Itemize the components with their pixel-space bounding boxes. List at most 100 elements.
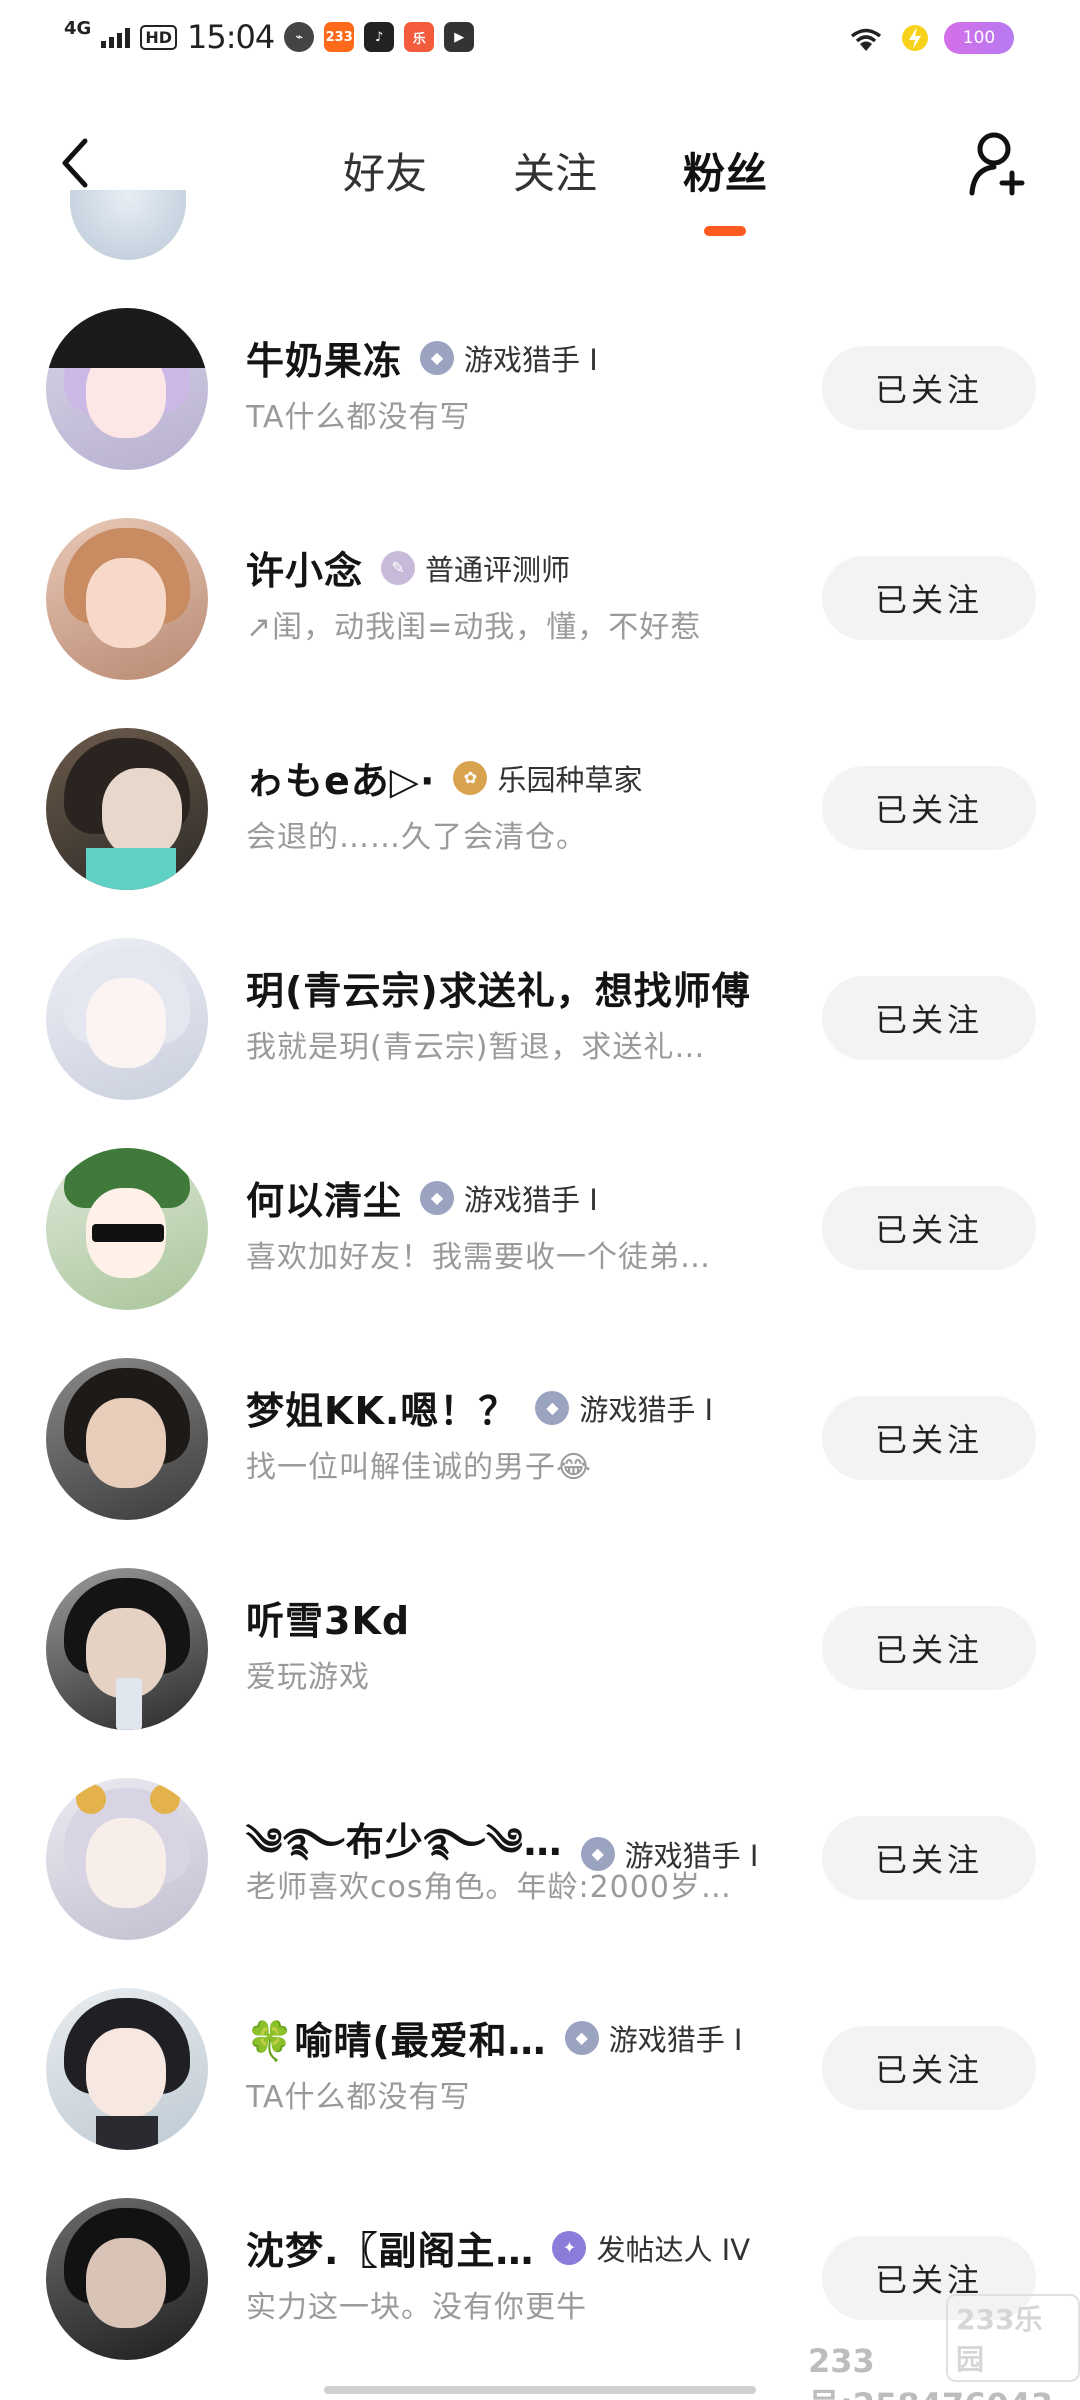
user-bio: TA什么都没有写 xyxy=(246,400,471,435)
tiktok-icon: ♪ xyxy=(364,22,395,52)
avatar[interactable] xyxy=(46,2198,208,2360)
user-badge: ◆ 游戏猎手 I xyxy=(420,337,598,379)
tab-fans[interactable]: 粉丝 xyxy=(640,128,810,236)
user-name[interactable]: 🍀喻晴(最爱和… xyxy=(246,2010,547,2065)
list-item[interactable]: 听雪3Kd 爱玩游戏 已关注 xyxy=(0,1560,1080,1770)
avatar[interactable] xyxy=(46,938,208,1100)
game-hunter-icon: ◆ xyxy=(420,340,455,375)
avatar[interactable] xyxy=(46,1148,208,1310)
list-item[interactable]: 牛奶果冻 ◆ 游戏猎手 I TA什么都没有写 已关注 xyxy=(0,300,1080,510)
back-button[interactable] xyxy=(44,128,104,198)
charging-icon xyxy=(902,25,928,51)
user-bio: TA什么都没有写 xyxy=(246,2080,471,2115)
badge-label: 游戏猎手 I xyxy=(464,342,598,377)
tab-following[interactable]: 关注 xyxy=(470,128,640,228)
avatar[interactable] xyxy=(46,1778,208,1940)
app-icon-1: ⌁ xyxy=(284,22,315,52)
avatar[interactable] xyxy=(46,518,208,680)
status-right: 100 xyxy=(846,22,1014,54)
avatar[interactable] xyxy=(46,1988,208,2150)
user-bio: 喜欢加好友！我需要收一个徒弟… xyxy=(246,1240,711,1275)
status-bar: 4G HD 15:04 ⌁ 233 ♪ 乐 ▶ 100 xyxy=(0,0,1080,80)
list-item[interactable]: ゎもeあ▷· ✿ 乐园种草家 会退的……久了会清仓。 已关注 xyxy=(0,720,1080,930)
list-item[interactable]: 梦姐KK.嗯！？ ◆ 游戏猎手 I 找一位叫解佳诚的男子😂 已关注 xyxy=(0,1350,1080,1560)
followed-button[interactable]: 已关注 xyxy=(822,1816,1036,1900)
followed-button[interactable]: 已关注 xyxy=(822,556,1036,640)
user-name[interactable]: 沈梦.〖副阁主… xyxy=(246,2220,534,2275)
network-type: 4G xyxy=(64,18,92,39)
tab-label: 关注 xyxy=(512,149,597,198)
clock: 15:04 xyxy=(186,18,275,56)
list-item[interactable]: 许小念 ✎ 普通评测师 ↗闺，动我闺=动我，懂，不好惹 已关注 xyxy=(0,510,1080,720)
user-name-line: 玥(青云宗)求送礼，想找师傅 xyxy=(246,960,751,1015)
user-name[interactable]: 何以清尘 xyxy=(246,1170,402,1225)
game-hunter-icon: ◆ xyxy=(564,2020,599,2055)
signal-icon xyxy=(101,26,131,48)
user-name-line: 🍀喻晴(最爱和… ◆ 游戏猎手 I xyxy=(246,2010,742,2065)
user-bio: 找一位叫解佳诚的男子😂 xyxy=(246,1450,593,1485)
add-friend-button[interactable] xyxy=(960,124,1040,204)
tab-bar: 好友 关注 粉丝 xyxy=(300,128,810,236)
user-badge: ◆ 游戏猎手 I xyxy=(420,1177,598,1219)
followed-button[interactable]: 已关注 xyxy=(822,766,1036,850)
user-bio: 老师喜欢cos角色。年龄:2000岁… xyxy=(246,1870,732,1905)
active-tab-indicator xyxy=(704,226,746,236)
app-icon-3: 乐 xyxy=(404,22,435,52)
user-name-line: 听雪3Kd xyxy=(246,1590,410,1645)
wifi-icon xyxy=(850,28,882,51)
user-name-line: 沈梦.〖副阁主… ✦ 发帖达人 IV xyxy=(246,2220,750,2275)
battery-icon: 100 xyxy=(944,22,1014,54)
user-bio: 爱玩游戏 xyxy=(246,1660,370,1695)
user-name-line: 许小念 ✎ 普通评测师 xyxy=(246,540,570,595)
hd-icon: HD xyxy=(140,24,177,50)
status-left: 4G HD 15:04 ⌁ 233 ♪ 乐 ▶ xyxy=(64,18,475,56)
tab-label: 好友 xyxy=(342,149,427,198)
user-badge: ✿ 乐园种草家 xyxy=(453,757,642,799)
avatar xyxy=(70,190,186,260)
followed-button[interactable]: 已关注 xyxy=(822,1606,1036,1690)
user-bio: 我就是玥(青云宗)暂退，求送礼… xyxy=(246,1030,706,1065)
tab-friends[interactable]: 好友 xyxy=(300,128,470,228)
avatar[interactable] xyxy=(46,308,208,470)
user-name[interactable]: 牛奶果冻 xyxy=(246,330,402,385)
user-name-line: ゎもeあ▷· ✿ 乐园种草家 xyxy=(246,750,642,805)
chevron-left-icon xyxy=(62,138,88,188)
game-hunter-icon: ◆ xyxy=(535,1390,570,1425)
user-name[interactable]: 许小念 xyxy=(246,540,363,595)
video-app-icon: ▶ xyxy=(444,22,475,52)
followed-button[interactable]: 已关注 xyxy=(822,2026,1036,2110)
user-badge: ◆ 游戏猎手 I xyxy=(564,2017,743,2059)
planter-icon: ✿ xyxy=(453,760,488,795)
avatar[interactable] xyxy=(46,1358,208,1520)
user-name[interactable]: 听雪3Kd xyxy=(246,1590,410,1645)
user-bio: ↗闺，动我闺=动我，懂，不好惹 xyxy=(246,610,702,645)
badge-label: 游戏猎手 I xyxy=(579,1392,714,1427)
watermark-id: 233号:258476043 xyxy=(808,2342,1053,2400)
user-name-line: 何以清尘 ◆ 游戏猎手 I xyxy=(246,1170,598,1225)
user-name-line: 牛奶果冻 ◆ 游戏猎手 I xyxy=(246,330,598,385)
app-233-icon: 233 xyxy=(324,22,355,52)
list-item[interactable]: 玥(青云宗)求送礼，想找师傅 我就是玥(青云宗)暂退，求送礼… 已关注 xyxy=(0,930,1080,1140)
list-item[interactable]: 🍀喻晴(最爱和… ◆ 游戏猎手 I TA什么都没有写 已关注 xyxy=(0,1980,1080,2190)
badge-label: 发帖达人 IV xyxy=(596,2232,751,2267)
avatar[interactable] xyxy=(46,1568,208,1730)
game-hunter-icon: ◆ xyxy=(420,1180,455,1215)
followed-button[interactable]: 已关注 xyxy=(822,1396,1036,1480)
home-indicator[interactable] xyxy=(324,2386,756,2394)
followed-button[interactable]: 已关注 xyxy=(822,976,1036,1060)
list-item[interactable]: ༄࿐布少࿐༄… ◆ 游戏猎手 I 老师喜欢cos角色。年龄:2000岁… 已关注 xyxy=(0,1770,1080,1980)
reviewer-icon: ✎ xyxy=(381,550,416,585)
badge-label: 普通评测师 xyxy=(425,552,571,587)
avatar[interactable] xyxy=(46,728,208,890)
badge-label: 游戏猎手 I xyxy=(608,2022,743,2057)
poster-icon: ✦ xyxy=(552,2230,587,2265)
followed-button[interactable]: 已关注 xyxy=(822,1186,1036,1270)
user-name[interactable]: 玥(青云宗)求送礼，想找师傅 xyxy=(246,960,751,1015)
user-bio: 实力这一块。没有你更牛 xyxy=(246,2290,587,2325)
list-item[interactable]: 何以清尘 ◆ 游戏猎手 I 喜欢加好友！我需要收一个徒弟… 已关注 xyxy=(0,1140,1080,1350)
user-badge: ◆ 游戏猎手 I xyxy=(535,1387,713,1429)
user-name[interactable]: ゎもeあ▷· xyxy=(246,750,435,805)
user-name-line: 梦姐KK.嗯！？ ◆ 游戏猎手 I xyxy=(246,1380,713,1435)
followed-button[interactable]: 已关注 xyxy=(822,346,1036,430)
user-name[interactable]: 梦姐KK.嗯！？ xyxy=(246,1380,517,1435)
